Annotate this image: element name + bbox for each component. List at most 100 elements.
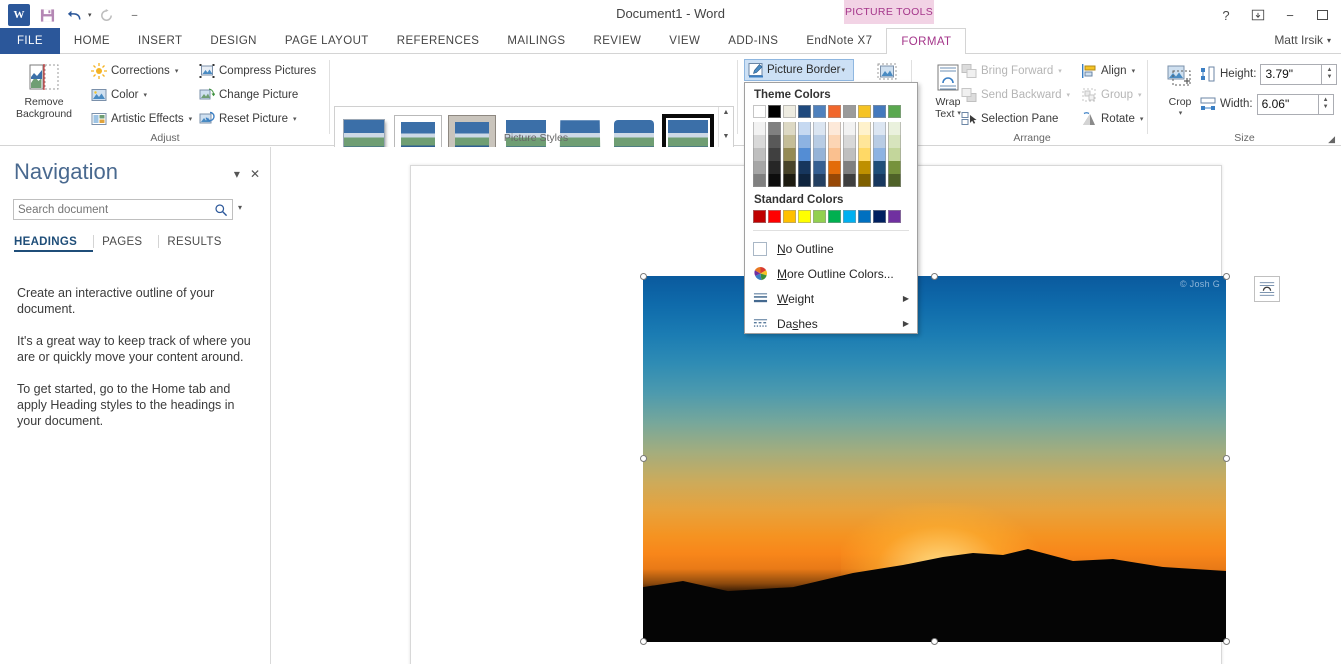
align-caret[interactable]: ▾ [1132, 67, 1136, 75]
layout-options-button[interactable] [1254, 276, 1280, 302]
change-picture-button[interactable]: Change Picture [196, 84, 319, 106]
selection-handle-top-left[interactable] [639, 272, 647, 280]
tab-mailings[interactable]: MAILINGS [493, 28, 579, 54]
menu-item-no-outline[interactable]: No Outline [745, 236, 917, 261]
nav-tab-results[interactable]: RESULTS [167, 236, 237, 252]
theme-tint-swatch-2-0[interactable] [783, 122, 796, 135]
theme-tint-swatch-3-4[interactable] [798, 174, 811, 187]
dashes-submenu-arrow[interactable]: ▶ [903, 319, 909, 328]
tab-page-layout[interactable]: PAGE LAYOUT [271, 28, 383, 54]
theme-tint-swatch-6-1[interactable] [843, 135, 856, 148]
theme-tint-swatch-1-1[interactable] [768, 135, 781, 148]
theme-tint-swatch-7-2[interactable] [858, 148, 871, 161]
user-dropdown-caret[interactable]: ▾ [1327, 36, 1331, 45]
theme-tint-swatch-2-3[interactable] [783, 161, 796, 174]
height-spin-up[interactable]: ▲ [1326, 67, 1332, 74]
theme-tint-row-4[interactable] [753, 174, 909, 187]
width-spinner[interactable]: ▲ ▼ [1318, 93, 1334, 115]
standard-color-swatch-0[interactable] [753, 210, 766, 223]
color-caret[interactable]: ▾ [143, 91, 147, 99]
menu-item-weight[interactable]: Weight ▶ [745, 286, 917, 311]
theme-tint-swatch-3-3[interactable] [798, 161, 811, 174]
navigation-pane-close-icon[interactable]: ✕ [250, 167, 260, 181]
tab-insert[interactable]: INSERT [124, 28, 196, 54]
theme-tint-swatch-4-2[interactable] [813, 148, 826, 161]
maximize-button[interactable] [1307, 4, 1337, 26]
theme-tint-swatch-1-2[interactable] [768, 148, 781, 161]
theme-color-swatch-6[interactable] [843, 105, 856, 118]
standard-color-swatch-3[interactable] [798, 210, 811, 223]
theme-tint-swatch-3-0[interactable] [798, 122, 811, 135]
tab-add-ins[interactable]: ADD-INS [714, 28, 792, 54]
theme-tint-swatch-9-1[interactable] [888, 135, 901, 148]
theme-tint-swatch-5-1[interactable] [828, 135, 841, 148]
theme-tint-swatch-2-2[interactable] [783, 148, 796, 161]
gallery-scroll-up-icon[interactable]: ▲ [723, 109, 730, 116]
theme-tint-swatch-4-1[interactable] [813, 135, 826, 148]
theme-tint-swatch-5-4[interactable] [828, 174, 841, 187]
tab-home[interactable]: HOME [60, 28, 124, 54]
theme-tint-row-3[interactable] [753, 161, 909, 174]
corrections-button[interactable]: Corrections ▾ [88, 60, 195, 82]
size-dialog-launcher[interactable]: ◢ [1328, 134, 1335, 145]
theme-tint-swatch-7-4[interactable] [858, 174, 871, 187]
theme-tint-swatch-8-3[interactable] [873, 161, 886, 174]
align-button[interactable]: Align ▾ [1078, 60, 1146, 82]
theme-tint-row-2[interactable] [753, 148, 909, 161]
theme-color-swatch-1[interactable] [768, 105, 781, 118]
artistic-effects-caret[interactable]: ▾ [189, 115, 193, 123]
compress-pictures-button[interactable]: Compress Pictures [196, 60, 319, 82]
theme-tint-swatch-8-2[interactable] [873, 148, 886, 161]
theme-color-swatch-9[interactable] [888, 105, 901, 118]
help-button[interactable]: ? [1211, 4, 1241, 26]
color-button[interactable]: Color ▾ [88, 84, 195, 106]
crop-caret[interactable]: ▾ [1179, 108, 1183, 120]
theme-tint-row-1[interactable] [753, 135, 909, 148]
theme-tint-swatch-5-3[interactable] [828, 161, 841, 174]
search-icon[interactable] [214, 203, 228, 217]
selection-handle-bottom-right[interactable] [1222, 638, 1230, 645]
theme-tint-swatch-5-2[interactable] [828, 148, 841, 161]
theme-tint-swatch-1-3[interactable] [768, 161, 781, 174]
standard-color-swatch-7[interactable] [858, 210, 871, 223]
rotate-caret[interactable]: ▾ [1140, 115, 1144, 123]
menu-item-dashes[interactable]: Dashes ▶ [745, 311, 917, 336]
selection-handle-top-right[interactable] [1222, 272, 1230, 280]
artistic-effects-button[interactable]: Artistic Effects ▾ [88, 108, 195, 130]
theme-tint-swatch-2-1[interactable] [783, 135, 796, 148]
minimize-button[interactable]: − [1275, 4, 1305, 26]
tab-endnote-x7[interactable]: EndNote X7 [792, 28, 886, 54]
selection-pane-button[interactable]: Selection Pane [958, 108, 1073, 130]
theme-tint-swatch-9-0[interactable] [888, 122, 901, 135]
picture-border-button[interactable]: Picture Border ▾ [744, 59, 854, 81]
theme-tint-swatch-4-3[interactable] [813, 161, 826, 174]
theme-tint-row-0[interactable] [753, 122, 909, 135]
theme-tint-swatch-0-3[interactable] [753, 161, 766, 174]
selection-handle-middle-right[interactable] [1222, 455, 1230, 462]
standard-color-swatch-6[interactable] [843, 210, 856, 223]
user-account[interactable]: Matt Irsik ▾ [1274, 33, 1331, 47]
theme-tint-swatch-1-4[interactable] [768, 174, 781, 187]
remove-background-button[interactable]: Remove Background [8, 60, 80, 120]
standard-color-swatch-9[interactable] [888, 210, 901, 223]
theme-tint-swatch-1-0[interactable] [768, 122, 781, 135]
theme-tint-swatch-7-0[interactable] [858, 122, 871, 135]
tab-design[interactable]: DESIGN [196, 28, 271, 54]
theme-tint-swatch-0-1[interactable] [753, 135, 766, 148]
navigation-search-box[interactable] [13, 199, 233, 220]
theme-color-swatch-0[interactable] [753, 105, 766, 118]
picture-border-menu[interactable]: Theme Colors Standard Colors No Outline [744, 82, 918, 334]
tab-review[interactable]: REVIEW [580, 28, 656, 54]
width-spin-down[interactable]: ▼ [1323, 104, 1329, 111]
selection-handle-middle-left[interactable] [639, 455, 647, 462]
tab-view[interactable]: VIEW [655, 28, 714, 54]
theme-tint-swatch-0-0[interactable] [753, 122, 766, 135]
theme-color-swatch-2[interactable] [783, 105, 796, 118]
selection-handle-top-center[interactable] [931, 272, 938, 280]
standard-color-swatch-8[interactable] [873, 210, 886, 223]
search-input[interactable] [18, 203, 214, 216]
picture-sunset[interactable]: © Josh G [643, 276, 1226, 642]
theme-colors-base-row[interactable] [753, 105, 909, 118]
standard-colors-row[interactable] [753, 210, 909, 223]
theme-tint-swatch-8-0[interactable] [873, 122, 886, 135]
